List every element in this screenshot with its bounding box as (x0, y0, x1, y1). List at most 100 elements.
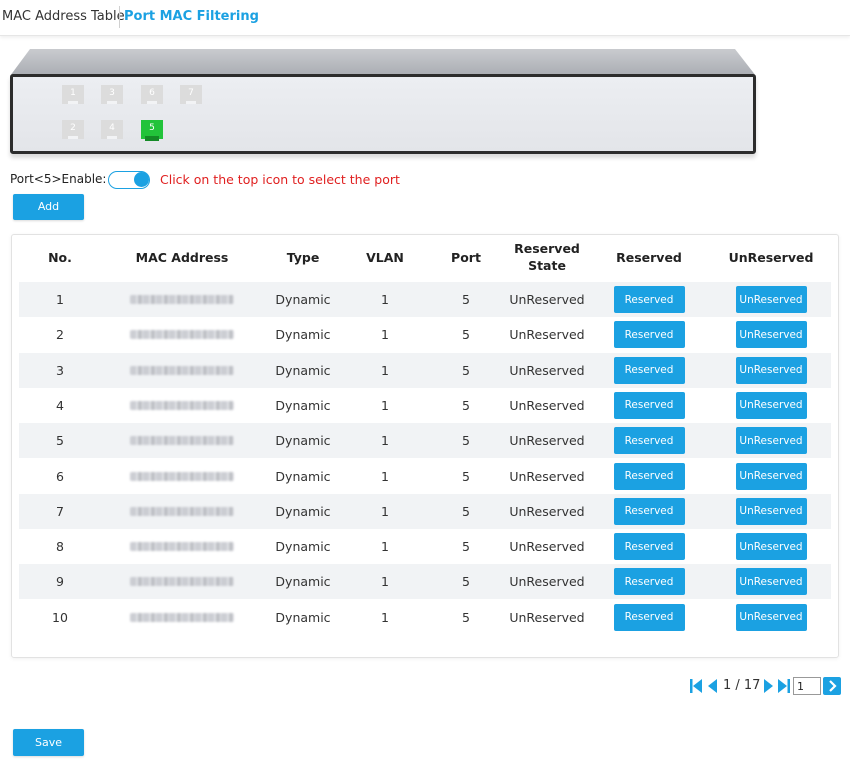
unreserved-button[interactable]: UnReserved (735, 391, 807, 419)
reserved-button[interactable]: Reserved (613, 286, 685, 313)
reserved-button[interactable]: Reserved (613, 427, 685, 455)
add-button[interactable]: Add (13, 194, 84, 220)
cell-vlan: 1 (381, 503, 389, 519)
reserved-button[interactable]: Reserved (613, 568, 685, 596)
reserved-button[interactable]: Reserved (613, 497, 685, 525)
mac-address-redacted (130, 330, 234, 340)
cell-port: 5 (462, 468, 470, 484)
unreserved-button[interactable]: UnReserved (735, 427, 807, 455)
cell-unreserved: UnReserved (709, 600, 833, 635)
page-number-input[interactable] (793, 677, 821, 695)
port-label: 3 (109, 88, 115, 98)
port-4[interactable]: 4 (101, 120, 123, 139)
cell-unreserved: UnReserved (709, 388, 833, 423)
header-unreserved: UnReserved (728, 249, 814, 265)
cell-reserved-state: UnReserved (509, 397, 585, 413)
port-label: 7 (188, 88, 194, 98)
cell-unreserved: UnReserved (709, 494, 833, 529)
go-arrow-icon (829, 680, 837, 692)
reserved-button[interactable]: Reserved (613, 533, 685, 561)
cell-mac-address (101, 282, 263, 317)
last-page-icon[interactable] (777, 678, 791, 694)
go-page-button[interactable] (823, 677, 841, 695)
cell-no: 10 (52, 609, 68, 625)
reserved-button[interactable]: Reserved (613, 391, 685, 419)
header-port: Port (451, 249, 481, 265)
unreserved-button[interactable]: UnReserved (735, 533, 807, 561)
cell-vlan: 1 (381, 327, 389, 343)
unreserved-button[interactable]: UnReserved (735, 356, 807, 384)
save-button[interactable]: Save (13, 729, 84, 756)
next-page-icon[interactable] (761, 678, 775, 694)
port-5-selected[interactable]: 5 (141, 120, 163, 141)
cell-no: 2 (56, 327, 64, 343)
first-page-icon[interactable] (689, 678, 703, 694)
cell-vlan: 1 (381, 609, 389, 625)
cell-vlan: 1 (381, 362, 389, 378)
cell-reserved: Reserved (589, 459, 709, 494)
reserved-button[interactable]: Reserved (613, 462, 685, 490)
port-1[interactable]: 1 (62, 85, 84, 104)
cell-type: Dynamic (275, 362, 331, 378)
mac-address-redacted (130, 400, 234, 410)
reserved-button[interactable]: Reserved (613, 321, 685, 349)
cell-mac-address (101, 564, 263, 599)
cell-mac-address (101, 388, 263, 423)
cell-type: Dynamic (275, 503, 331, 519)
cell-unreserved: UnReserved (709, 423, 833, 458)
reserved-button[interactable]: Reserved (613, 603, 685, 631)
table-row: 3 Dynamic 1 5 UnReserved Reserved UnReserved (19, 352, 833, 388)
cell-no: 9 (56, 574, 64, 590)
cell-port: 5 (462, 292, 470, 307)
port-label: 5 (149, 123, 155, 133)
cell-no: 4 (56, 397, 64, 413)
unreserved-button[interactable]: UnReserved (735, 603, 807, 631)
cell-mac-address (101, 423, 263, 458)
cell-reserved-state: UnReserved (509, 539, 585, 555)
cell-vlan: 1 (381, 468, 389, 484)
header-mac-address: MAC Address (135, 249, 229, 265)
header-vlan: VLAN (366, 249, 404, 265)
port-6[interactable]: 6 (141, 85, 163, 104)
port-label: 6 (149, 88, 155, 98)
cell-unreserved: UnReserved (709, 353, 833, 388)
cell-no: 1 (56, 292, 64, 307)
cell-reserved-state: UnReserved (509, 574, 585, 590)
port-enable-toggle[interactable] (108, 171, 150, 189)
switch-front-panel: 1 2 3 4 6 5 7 (10, 74, 756, 154)
table-row: 1 Dynamic 1 5 UnReserved Reserved UnReserved (19, 282, 831, 317)
tab-divider (119, 6, 120, 28)
cell-unreserved: UnReserved (709, 459, 833, 494)
pagination: 1 / 17 (689, 676, 844, 696)
table-row: 6 Dynamic 1 5 UnReserved Reserved UnReserved (19, 459, 831, 494)
cell-no: 7 (56, 503, 64, 519)
port-enable-label: Port<5>Enable: (10, 172, 107, 186)
port-3[interactable]: 3 (101, 85, 123, 104)
prev-page-icon[interactable] (706, 678, 720, 694)
header-reserved-state: Reserved State (514, 241, 580, 273)
tab-port-mac-filtering[interactable]: Port MAC Filtering (124, 9, 259, 25)
mac-address-redacted (130, 295, 234, 304)
mac-address-redacted (130, 365, 234, 375)
port-2[interactable]: 2 (62, 120, 84, 139)
header-no: No. (48, 249, 72, 265)
cell-port: 5 (462, 503, 470, 519)
unreserved-button[interactable]: UnReserved (735, 497, 807, 525)
cell-unreserved: UnReserved (709, 564, 833, 599)
unreserved-button[interactable]: UnReserved (735, 462, 807, 490)
header-reserved: Reserved (616, 249, 682, 265)
unreserved-button[interactable]: UnReserved (735, 321, 807, 349)
switch-panel: 1 2 3 4 6 5 7 (8, 48, 758, 160)
unreserved-button[interactable]: UnReserved (735, 286, 807, 313)
table-row: 8 Dynamic 1 5 UnReserved Reserved UnReserved (19, 529, 831, 564)
cell-type: Dynamic (275, 609, 331, 625)
cell-reserved-state: UnReserved (509, 609, 585, 625)
cell-vlan: 1 (381, 397, 389, 413)
port-7[interactable]: 7 (180, 85, 202, 104)
tab-mac-address-table[interactable]: MAC Address Table (2, 9, 125, 25)
unreserved-button[interactable]: UnReserved (735, 568, 807, 596)
reserved-button[interactable]: Reserved (613, 356, 685, 384)
port-label: 2 (70, 123, 76, 133)
table-row: 7 Dynamic 1 5 UnReserved Reserved UnReserved (19, 493, 833, 529)
cell-mac-address (101, 529, 263, 564)
